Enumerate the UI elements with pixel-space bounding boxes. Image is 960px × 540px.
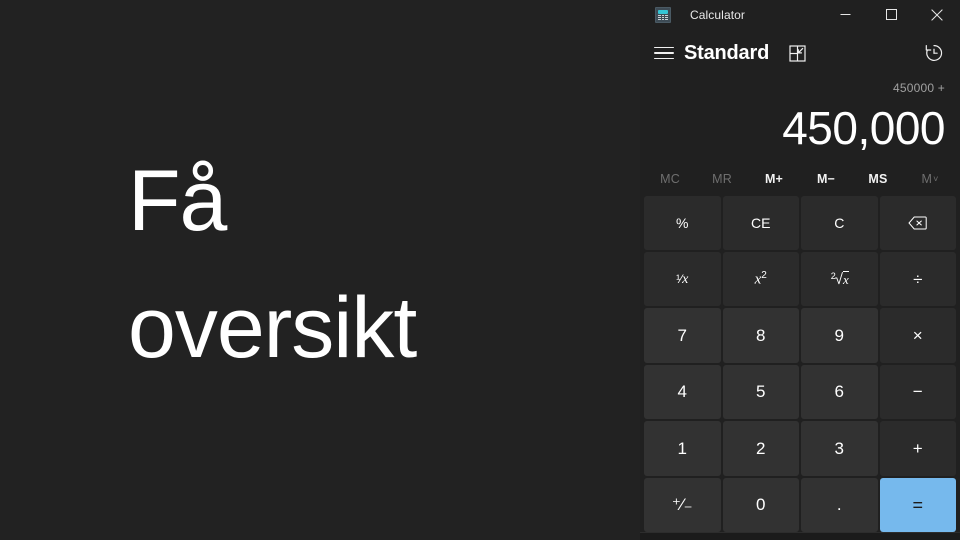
memory-button-ms[interactable]: MS: [852, 165, 904, 193]
add-button[interactable]: +: [879, 421, 956, 476]
history-clock-icon: [925, 44, 943, 61]
screen-root: Få oversikt Calculator Standard 450000 +…: [0, 0, 960, 540]
memory-button-m+[interactable]: M+: [748, 165, 800, 193]
key-label: ÷: [913, 269, 923, 289]
calculator-keypad: % CE C ¹⁄x x2 2√x ÷ 7 8 9 × 4 5 6 − 1 2 3 + ⁺⁄₋ 0. =: [640, 194, 960, 532]
slide-heading: Få oversikt: [128, 153, 417, 377]
calculator-window: Calculator Standard 450000 + 450,000 MC …: [640, 0, 960, 540]
memory-button-label: M+: [764, 171, 784, 186]
key-label: C: [834, 214, 845, 231]
keep-on-top-button[interactable]: [785, 41, 809, 65]
key-label: −: [912, 382, 923, 402]
one-button[interactable]: 1: [644, 421, 721, 476]
two-button[interactable]: 2: [722, 421, 799, 476]
key-label: +: [912, 438, 923, 458]
key-label: .: [836, 495, 842, 515]
window-title: Calculator: [690, 7, 746, 22]
key-label: 5: [756, 382, 766, 402]
key-label: 4: [677, 382, 687, 402]
memory-button-m[interactable]: M−: [800, 165, 852, 193]
calculator-header: Standard: [640, 29, 960, 77]
seven-button[interactable]: 7: [644, 308, 721, 363]
minimize-button[interactable]: [822, 0, 868, 29]
maximize-button[interactable]: [868, 0, 914, 29]
expression-text: 450000 +: [893, 81, 945, 95]
five-button[interactable]: 5: [722, 364, 799, 420]
memory-button-label: MC: [660, 171, 680, 186]
zero-button[interactable]: 0: [722, 477, 799, 532]
square-root-button[interactable]: 2√x: [801, 251, 878, 307]
memory-button-mr[interactable]: MR: [696, 165, 748, 193]
reciprocal-button[interactable]: ¹⁄x: [644, 251, 721, 307]
minimize-icon: [840, 14, 850, 15]
key-label: ⁺⁄₋: [671, 495, 693, 515]
sign-toggle-button[interactable]: ⁺⁄₋: [644, 477, 721, 532]
memory-button-label: MR: [712, 171, 732, 186]
calculator-titlebar[interactable]: Calculator: [640, 0, 960, 29]
six-button[interactable]: 6: [801, 364, 878, 420]
key-label: 9: [834, 326, 844, 346]
key-label: 6: [834, 382, 844, 402]
memory-button-mc[interactable]: MC: [644, 165, 696, 193]
eight-button[interactable]: 8: [722, 308, 799, 363]
key-label: CE: [751, 214, 771, 231]
square-button[interactable]: x2: [722, 251, 799, 307]
square-glyph: x2: [754, 269, 767, 288]
divide-button[interactable]: ÷: [879, 251, 956, 307]
backspace-button[interactable]: [879, 195, 956, 250]
nine-button[interactable]: 9: [801, 308, 878, 363]
equals-button[interactable]: =: [879, 477, 956, 532]
key-label: 2: [756, 438, 766, 458]
backspace-icon: [908, 216, 927, 230]
key-label: 8: [756, 326, 766, 346]
memory-button-label: MS: [868, 171, 888, 186]
window-bottom-strip: [640, 532, 960, 540]
memory-button-label: M−: [816, 171, 836, 186]
clear-entry-button[interactable]: CE: [722, 195, 799, 250]
key-label: 1: [677, 438, 687, 458]
window-controls: [822, 0, 960, 29]
key-label: ×: [912, 326, 923, 346]
chevron-down-icon: ˅: [933, 173, 939, 184]
reciprocal-glyph: ¹⁄x: [676, 272, 689, 288]
multiply-button[interactable]: ×: [879, 308, 956, 363]
keep-on-top-icon: [788, 44, 806, 62]
close-button[interactable]: [914, 0, 960, 29]
memory-button-m-dropdown[interactable]: M ˅: [904, 165, 956, 193]
calculator-app-icon: [655, 6, 671, 23]
four-button[interactable]: 4: [644, 364, 721, 420]
key-label: 0: [756, 495, 766, 515]
subtract-button[interactable]: −: [879, 364, 956, 420]
maximize-icon: [885, 9, 897, 20]
memory-button-row: MC MR M+ M− MS M ˅: [640, 164, 960, 194]
calculator-mode-title: Standard: [684, 41, 770, 64]
decimal-button[interactable]: .: [801, 477, 878, 532]
close-icon: [931, 8, 943, 21]
clear-button[interactable]: C: [801, 195, 878, 250]
hamburger-menu-icon[interactable]: [654, 43, 674, 63]
calculator-display: 450000 + 450,000: [640, 77, 960, 164]
key-label: 7: [677, 326, 687, 346]
key-label: %: [676, 214, 689, 231]
slide-canvas: Få oversikt: [0, 0, 640, 540]
history-button[interactable]: [921, 40, 947, 66]
percent-button[interactable]: %: [644, 195, 721, 250]
square-root-glyph: 2√x: [830, 270, 849, 288]
key-label: =: [912, 494, 923, 515]
result-value[interactable]: 450,000: [782, 102, 945, 155]
key-label: 3: [834, 438, 844, 458]
three-button[interactable]: 3: [801, 421, 878, 476]
memory-button-label: M: [921, 171, 933, 186]
